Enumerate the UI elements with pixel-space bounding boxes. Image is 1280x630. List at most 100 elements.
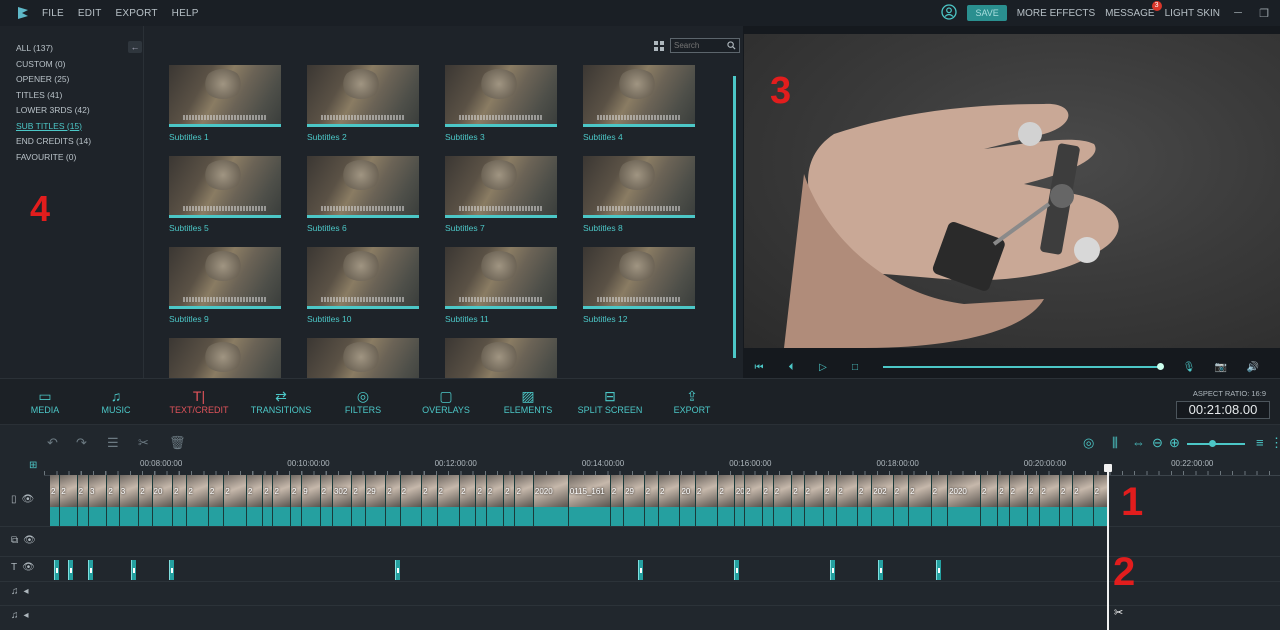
video-clip[interactable]: 2 (77, 475, 89, 526)
video-clip[interactable]: 2 (386, 475, 401, 526)
tool-media[interactable]: ▭ MEDIA (5, 387, 85, 415)
video-clip[interactable]: 2 (998, 475, 1010, 526)
video-clip[interactable]: 2 (1028, 475, 1041, 526)
video-clip[interactable]: 2 (515, 475, 534, 526)
account-icon[interactable] (941, 3, 958, 23)
tool-transitions[interactable]: ⇄ TRANSITIONS (241, 387, 321, 415)
stop-icon[interactable]: □ (839, 362, 871, 373)
video-clip[interactable]: 2 (931, 475, 949, 526)
video-clip[interactable]: 2 (320, 475, 333, 526)
menu-file[interactable]: FILE (42, 8, 64, 19)
video-clip[interactable]: 20 (734, 475, 746, 526)
video-clip[interactable]: 2020 (533, 475, 569, 526)
playhead-scissors-icon[interactable]: ✂ (1114, 606, 1123, 619)
video-clip[interactable]: 2 (139, 475, 153, 526)
video-clip[interactable]: 2 (658, 475, 681, 526)
video-clip[interactable]: 2 (804, 475, 824, 526)
category-item[interactable]: OPENER (25) (0, 72, 143, 88)
collapse-panel-icon[interactable]: ← (128, 41, 142, 53)
video-clip[interactable]: 2 (610, 475, 625, 526)
title-template-tile[interactable] (445, 338, 557, 378)
video-clip[interactable]: 2 (476, 475, 487, 526)
snapshot-camera-icon[interactable]: 📷 (1205, 362, 1237, 373)
title-template-tile[interactable]: Subtitles 8 (583, 156, 695, 233)
more-effects-link[interactable]: MORE EFFECTS (1017, 8, 1095, 19)
zoom-in-icon[interactable]: ⊕ (1169, 435, 1180, 451)
microphone-icon[interactable]: 🎙 (1173, 362, 1205, 373)
text-clip[interactable] (68, 560, 73, 580)
video-visibility-icon[interactable]: 👁 (22, 494, 35, 505)
category-item[interactable]: CUSTOM (0) (0, 57, 143, 73)
tool-export[interactable]: ⇪ EXPORT (652, 387, 732, 415)
minimize-icon[interactable]: ─ (1230, 7, 1246, 19)
audio-mixer-icon[interactable]: ⫼ (1112, 435, 1118, 451)
video-clip[interactable]: 2 (824, 475, 838, 526)
video-clip[interactable]: 2 (422, 475, 438, 526)
title-template-tile[interactable]: Subtitles 5 (169, 156, 281, 233)
properties-icon[interactable]: ☰ (107, 435, 119, 451)
video-clip[interactable]: 2 (1093, 475, 1108, 526)
video-clip[interactable]: 2 (1009, 475, 1029, 526)
video-clip[interactable]: 2 (1059, 475, 1074, 526)
video-clip[interactable]: 2 (980, 475, 999, 526)
pip-visibility-icon[interactable]: 👁 (23, 535, 36, 546)
progress-knob[interactable] (1157, 363, 1164, 370)
text-clip[interactable] (54, 560, 59, 580)
message-link[interactable]: MESSAGE 3 (1105, 0, 1162, 19)
video-clip[interactable]: 2 (718, 475, 735, 526)
audio-1-volume-icon[interactable]: ◂ (24, 586, 29, 597)
tool-split-screen[interactable]: ⊟ SPLIT SCREEN (570, 387, 650, 415)
video-clip[interactable]: 2 (792, 475, 805, 526)
grid-view-icon[interactable] (654, 40, 664, 51)
video-clip[interactable]: 2 (695, 475, 719, 526)
title-template-tile[interactable]: Subtitles 10 (307, 247, 419, 324)
video-clip[interactable]: 9 (302, 475, 321, 526)
library-scrollbar[interactable] (733, 76, 736, 358)
video-clip[interactable]: 2 (273, 475, 291, 526)
menu-export[interactable]: EXPORT (116, 8, 158, 19)
video-clip[interactable]: 2 (107, 475, 120, 526)
tool-elements[interactable]: ▨ ELEMENTS (488, 387, 568, 415)
title-template-tile[interactable]: Subtitles 6 (307, 156, 419, 233)
video-clip[interactable]: 202 (872, 475, 894, 526)
video-clip[interactable]: 2 (290, 475, 303, 526)
track-manager-icon[interactable]: ≡ (1256, 435, 1264, 450)
title-template-tile[interactable]: Subtitles 7 (445, 156, 557, 233)
video-clip[interactable]: 2 (773, 475, 793, 526)
save-button[interactable]: SAVE (967, 5, 1007, 21)
category-item[interactable]: TITLES (41) (0, 88, 143, 104)
title-template-tile[interactable]: Subtitles 12 (583, 247, 695, 324)
video-clip[interactable]: 2 (1040, 475, 1060, 526)
delete-icon[interactable]: 🗑 (169, 435, 186, 451)
menu-edit[interactable]: EDIT (78, 8, 102, 19)
video-clip[interactable]: 2 (224, 475, 247, 526)
snap-icon[interactable]: ⊞ (29, 460, 37, 471)
title-template-tile[interactable] (169, 338, 281, 378)
video-clip[interactable]: 2 (893, 475, 910, 526)
cut-icon[interactable]: ✂ (138, 435, 149, 451)
video-clip[interactable]: 2 (460, 475, 477, 526)
video-clip[interactable]: 2 (837, 475, 858, 526)
text-clip[interactable] (878, 560, 883, 580)
tool-overlays[interactable]: ▢ OVERLAYS (406, 387, 486, 415)
category-item[interactable]: FAVOURITE (0) (0, 150, 143, 166)
search-input[interactable] (674, 41, 726, 50)
tool-filters[interactable]: ◎ FILTERS (323, 387, 403, 415)
title-template-tile[interactable]: Subtitles 3 (445, 65, 557, 142)
video-clip[interactable]: 2 (762, 475, 774, 526)
video-clip[interactable]: 2 (50, 475, 61, 526)
video-clip[interactable]: 2 (173, 475, 188, 526)
text-clip[interactable] (131, 560, 136, 580)
video-clip[interactable]: 2 (745, 475, 763, 526)
category-item[interactable]: END CREDITS (14) (0, 134, 143, 150)
video-clip[interactable]: 20 (680, 475, 696, 526)
category-item[interactable]: SUB TITLES (15) (0, 119, 143, 135)
text-clip[interactable] (88, 560, 93, 580)
video-clip[interactable]: 2 (486, 475, 505, 526)
video-clip[interactable]: 2 (644, 475, 659, 526)
video-clip[interactable]: 2 (857, 475, 873, 526)
video-clip[interactable]: 2 (437, 475, 461, 526)
zoom-slider-knob[interactable] (1209, 440, 1216, 447)
tool-music[interactable]: ♫ MUSIC (76, 387, 156, 415)
playhead[interactable] (1104, 464, 1112, 630)
